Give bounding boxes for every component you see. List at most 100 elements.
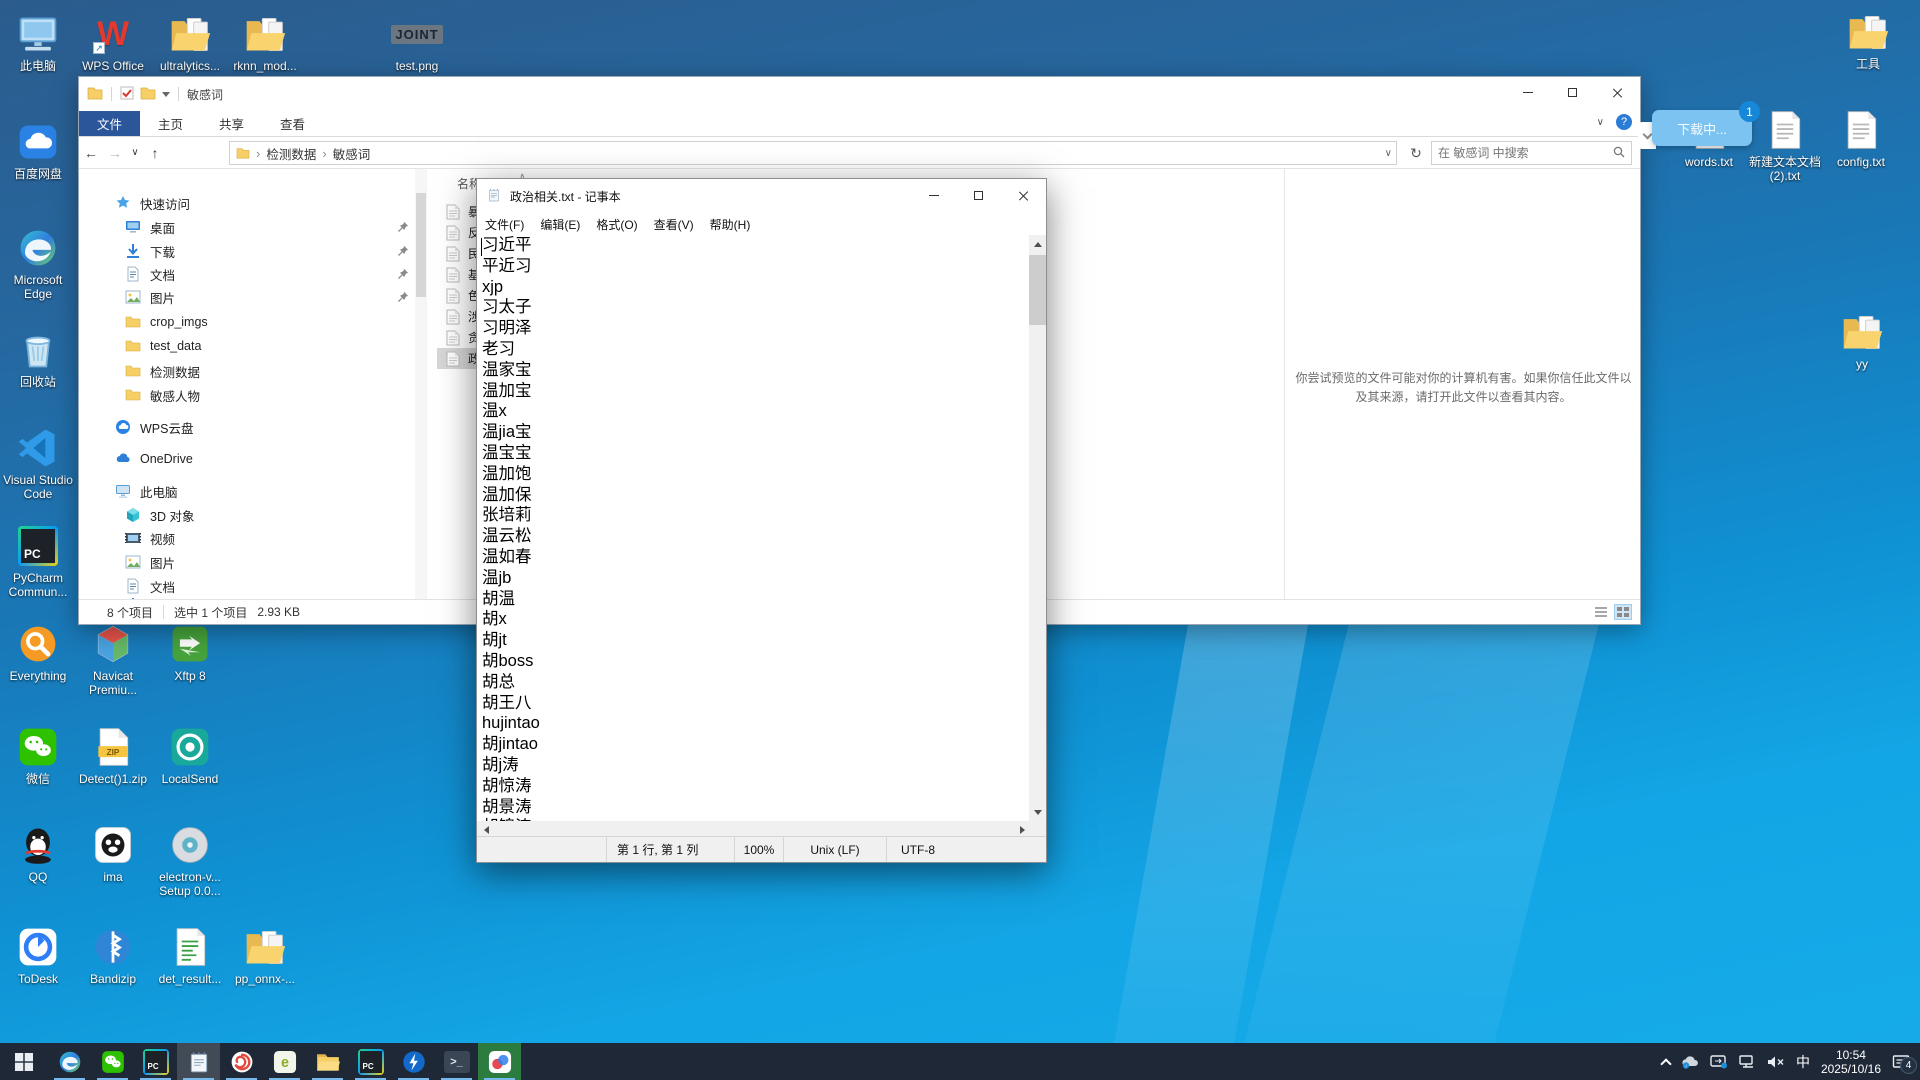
start-button[interactable] — [0, 1043, 48, 1080]
refresh-icon[interactable]: ↻ — [1405, 141, 1427, 165]
display-sync-icon[interactable] — [1710, 1055, 1728, 1069]
properties-check-icon[interactable] — [120, 86, 134, 103]
ime-indicator[interactable]: 中 — [1796, 1052, 1810, 1072]
desktop-icon-everything[interactable]: Everything — [0, 622, 76, 683]
nav-sensitive-people[interactable]: 敏感人物 — [125, 383, 200, 407]
breadcrumb-item[interactable]: 敏感词 — [333, 144, 371, 163]
desktop-icon-todesk[interactable]: ToDesk — [0, 925, 76, 986]
address-dropdown-icon[interactable]: ∨ — [1385, 148, 1392, 159]
address-field[interactable]: › 检测数据 › 敏感词 ∨ — [229, 141, 1397, 165]
desktop-icon-detect-zip[interactable]: ZIPDetect()1.zip — [75, 725, 151, 786]
desktop-icon-tools-folder[interactable]: 工具 — [1830, 10, 1906, 71]
scroll-up-icon[interactable] — [1029, 235, 1046, 252]
ribbon-collapse-icon[interactable]: ∨ — [1597, 117, 1604, 128]
nav-test-data[interactable]: test_data — [125, 334, 201, 358]
maximize-button[interactable] — [1550, 77, 1595, 107]
volume-muted-icon[interactable] — [1767, 1055, 1785, 1069]
scrollbar-thumb[interactable] — [1029, 255, 1046, 325]
hidden-icons-chevron-icon[interactable] — [1662, 1056, 1670, 1068]
nav-desktop[interactable]: 桌面 — [125, 215, 175, 239]
desktop-icon-rknn-mod-folder[interactable]: rknn_mod... — [227, 12, 303, 73]
taskbar-pycharm[interactable]: PC — [134, 1043, 177, 1080]
nav-videos[interactable]: 视频 — [125, 526, 175, 550]
minimize-button[interactable] — [1505, 77, 1550, 107]
maximize-button[interactable] — [956, 180, 1001, 210]
nav-quick-access[interactable]: 快速访问 — [115, 191, 190, 215]
desktop-icon-new-text-doc[interactable]: 新建文本文档 (2).txt — [1747, 108, 1823, 183]
search-input[interactable] — [1432, 146, 1613, 160]
nav-documents[interactable]: 文档 — [125, 262, 175, 286]
taskbar-red-swirl-app[interactable] — [220, 1043, 263, 1080]
breadcrumb-item[interactable]: 检测数据 — [266, 144, 316, 163]
desktop-icon-localsend[interactable]: LocalSend — [152, 725, 228, 786]
desktop-icon-navicat-premium[interactable]: Navicat Premiu... — [75, 622, 151, 697]
taskbar-green-e-app[interactable]: e — [263, 1043, 306, 1080]
taskbar-notepad[interactable] — [177, 1043, 220, 1080]
nav-this-pc[interactable]: 此电脑 — [115, 479, 178, 503]
taskbar-wechat[interactable] — [91, 1043, 134, 1080]
cloud-status-icon[interactable]: i — [1681, 1055, 1699, 1069]
menu-view[interactable]: 查看(V) — [646, 213, 702, 236]
nav-downloads[interactable]: 下载 — [125, 239, 175, 263]
notepad-text-area[interactable]: 习近平平近习xjp习太子习明泽老习温家宝温加宝温x温jia宝温宝宝温加饱温加保张… — [477, 235, 1031, 821]
desktop-icon-xftp-8[interactable]: Xftp 8 — [152, 622, 228, 683]
nav-pictures[interactable]: 图片 — [125, 285, 175, 309]
nav-detect-data[interactable]: 检测数据 — [125, 359, 200, 383]
desktop-icon-electron-setup[interactable]: electron-v... Setup 0.0... — [152, 823, 228, 898]
download-flyout[interactable]: 下载中... 1 — [1652, 110, 1752, 146]
desktop-icon-ima[interactable]: ima — [75, 823, 151, 884]
nav-crop-imgs[interactable]: crop_imgs — [125, 310, 208, 334]
desktop-icon-yy-folder[interactable]: yy — [1824, 310, 1900, 371]
desktop-icon-pp-onnx[interactable]: pp_onnx-... — [227, 925, 303, 986]
nav-wps-cloud[interactable]: WPS云盘 — [115, 415, 193, 439]
tab-share[interactable]: 共享 — [201, 111, 262, 136]
nav-3d-objects[interactable]: 3D 对象 — [125, 503, 194, 527]
nav-pictures-2[interactable]: 图片 — [125, 550, 175, 574]
minimize-button[interactable] — [911, 180, 956, 210]
close-button[interactable] — [1001, 180, 1046, 210]
tab-file[interactable]: 文件 — [79, 111, 140, 136]
taskbar-pycharm-2[interactable]: PC — [349, 1043, 392, 1080]
help-icon[interactable]: ? — [1616, 114, 1632, 130]
notification-center-icon[interactable]: 4 — [1892, 1054, 1910, 1070]
desktop-icon-det-result[interactable]: det_result... — [152, 925, 228, 986]
desktop-icon-wps-office[interactable]: W↗WPS Office — [75, 12, 151, 73]
notepad-vertical-scrollbar[interactable] — [1029, 235, 1046, 821]
taskbar-edge[interactable] — [48, 1043, 91, 1080]
thumbnail-view-button[interactable] — [1614, 604, 1632, 620]
forward-icon[interactable]: → — [103, 145, 127, 161]
taskbar-lightning-app[interactable] — [392, 1043, 435, 1080]
desktop-icon-test-png[interactable]: JOINTtest.png — [379, 12, 455, 73]
search-icon[interactable] — [1613, 146, 1625, 161]
desktop-icon-pycharm-community[interactable]: PCPyCharm Commun... — [0, 524, 76, 599]
desktop-icon-microsoft-edge[interactable]: Microsoft Edge — [0, 226, 76, 301]
up-icon[interactable]: ↑ — [143, 145, 167, 161]
desktop-icon-baidu-netdisk[interactable]: 百度网盘 — [0, 120, 76, 181]
scroll-down-icon[interactable] — [1029, 804, 1046, 821]
network-icon[interactable] — [1739, 1055, 1756, 1069]
recent-locations-icon[interactable]: ∨ — [127, 147, 143, 158]
taskbar-file-explorer[interactable] — [306, 1043, 349, 1080]
nav-scrollbar[interactable] — [415, 169, 427, 601]
menu-edit[interactable]: 编辑(E) — [532, 213, 588, 236]
menu-format[interactable]: 格式(O) — [588, 213, 645, 236]
taskbar-colorful-app[interactable] — [478, 1043, 521, 1080]
back-icon[interactable]: ← — [79, 145, 103, 161]
tab-home[interactable]: 主页 — [140, 111, 201, 136]
desktop-icon-wechat[interactable]: 微信 — [0, 725, 76, 786]
menu-file[interactable]: 文件(F) — [477, 213, 532, 236]
desktop-icon-config-txt[interactable]: config.txt — [1823, 108, 1899, 169]
close-button[interactable] — [1595, 77, 1640, 107]
menu-help[interactable]: 帮助(H) — [702, 213, 759, 236]
new-folder-icon[interactable] — [140, 86, 156, 103]
desktop-icon-vscode[interactable]: Visual Studio Code — [0, 426, 76, 501]
search-box[interactable] — [1431, 141, 1632, 165]
desktop-icon-ultralytics-folder[interactable]: ultralytics... — [152, 12, 228, 73]
nav-onedrive[interactable]: OneDrive — [115, 447, 193, 471]
desktop-icon-recycle-bin[interactable]: 回收站 — [0, 328, 76, 389]
tab-view[interactable]: 查看 — [262, 111, 323, 136]
desktop-icon-qq[interactable]: QQ — [0, 823, 76, 884]
desktop-icon-this-pc[interactable]: 此电脑 — [0, 12, 76, 73]
clock[interactable]: 10:54 2025/10/16 — [1821, 1048, 1881, 1076]
qat-customize-icon[interactable] — [162, 92, 170, 101]
